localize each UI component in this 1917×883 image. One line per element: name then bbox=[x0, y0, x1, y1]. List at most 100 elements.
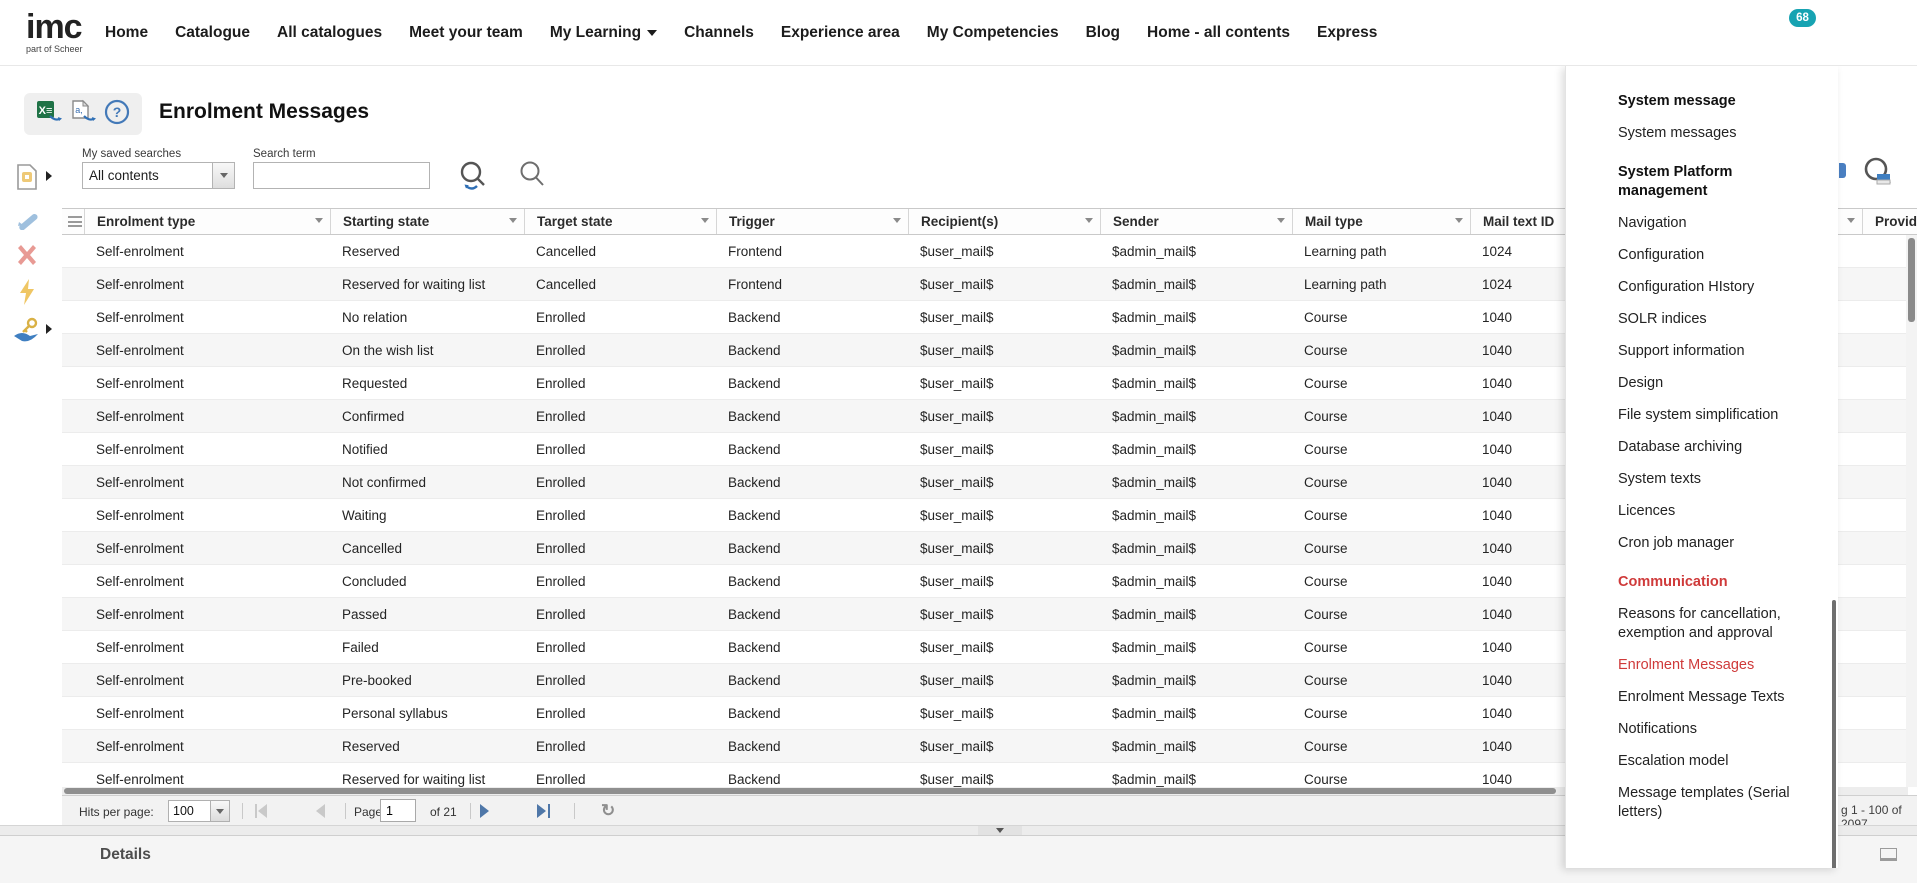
column-header-sender[interactable]: Sender bbox=[1100, 209, 1292, 234]
column-filter-icon[interactable] bbox=[509, 218, 517, 223]
clipped-icon bbox=[1839, 163, 1846, 178]
column-label: Provider bbox=[1875, 214, 1917, 229]
cell-target-state: Cancelled bbox=[524, 268, 716, 301]
cell-sender: $admin_mail$ bbox=[1100, 565, 1292, 598]
search-run-icon[interactable] bbox=[458, 160, 488, 197]
next-page-button[interactable] bbox=[480, 804, 489, 818]
menu-item-enrolment-message-texts[interactable]: Enrolment Message Texts bbox=[1618, 688, 1800, 707]
nav-item-my-learning[interactable]: My Learning bbox=[550, 24, 657, 42]
column-filter-icon[interactable] bbox=[701, 218, 709, 223]
nav-item-experience-area[interactable]: Experience area bbox=[781, 24, 900, 42]
menu-item-configuration[interactable]: Configuration bbox=[1618, 246, 1800, 265]
cell-trigger: Backend bbox=[716, 664, 908, 697]
menu-item-reasons-for-cancellation-exemption-and-approval[interactable]: Reasons for cancellation, exemption and … bbox=[1618, 605, 1800, 643]
cell-sender: $admin_mail$ bbox=[1100, 664, 1292, 697]
menu-item-navigation[interactable]: Navigation bbox=[1618, 214, 1800, 233]
nav-item-home-all-contents[interactable]: Home - all contents bbox=[1147, 24, 1290, 42]
last-page-button[interactable] bbox=[537, 804, 546, 818]
column-filter-icon[interactable] bbox=[1085, 218, 1093, 223]
nav-item-express[interactable]: Express bbox=[1317, 24, 1377, 42]
vertical-scrollbar[interactable] bbox=[1906, 235, 1917, 787]
advanced-search-icon[interactable] bbox=[1862, 156, 1896, 197]
column-header-mail-type[interactable]: Mail type bbox=[1292, 209, 1470, 234]
menu-item-solr-indices[interactable]: SOLR indices bbox=[1618, 310, 1800, 329]
cell-sender: $admin_mail$ bbox=[1100, 301, 1292, 334]
cell-starting-state: Reserved for waiting list bbox=[330, 763, 524, 787]
column-filter-icon[interactable] bbox=[1455, 218, 1463, 223]
column-header-starting-state[interactable]: Starting state bbox=[330, 209, 524, 234]
cell-target-state: Enrolled bbox=[524, 565, 716, 598]
cell-enrolment-type: Self-enrolment bbox=[84, 433, 330, 466]
select-arrow-button[interactable] bbox=[212, 163, 234, 188]
prev-page-button[interactable] bbox=[316, 804, 325, 818]
svg-text:?: ? bbox=[113, 104, 122, 120]
nav-item-meet-your-team[interactable]: Meet your team bbox=[409, 24, 523, 42]
cell-mail-type: Course bbox=[1292, 466, 1470, 499]
help-icon[interactable]: ? bbox=[104, 99, 130, 130]
column-filter-icon[interactable] bbox=[315, 218, 323, 223]
menu-item-notifications[interactable]: Notifications bbox=[1618, 720, 1800, 739]
menu-item-design[interactable]: Design bbox=[1618, 374, 1800, 393]
cell-starting-state: Reserved bbox=[330, 730, 524, 763]
hits-per-page-label: Hits per page: bbox=[79, 805, 154, 819]
column-header-trigger[interactable]: Trigger bbox=[716, 209, 908, 234]
vertical-scrollbar-thumb[interactable] bbox=[1908, 238, 1915, 322]
cell-sender: $admin_mail$ bbox=[1100, 400, 1292, 433]
edit-icon[interactable] bbox=[12, 202, 42, 232]
chevron-down-icon bbox=[216, 809, 224, 814]
cell-sender: $admin_mail$ bbox=[1100, 268, 1292, 301]
restore-window-icon[interactable] bbox=[1880, 848, 1897, 861]
cell-trigger: Backend bbox=[716, 697, 908, 730]
menu-item-escalation-model[interactable]: Escalation model bbox=[1618, 752, 1800, 771]
search-term-input[interactable] bbox=[253, 162, 430, 189]
nav-item-my-competencies[interactable]: My Competencies bbox=[927, 24, 1059, 42]
cell-starting-state: No relation bbox=[330, 301, 524, 334]
column-filter-icon[interactable] bbox=[1847, 218, 1855, 223]
collapse-details-handle[interactable] bbox=[978, 826, 1022, 835]
rail-flyout-icon[interactable] bbox=[46, 171, 52, 181]
menu-item-configuration-history[interactable]: Configuration HIstory bbox=[1618, 278, 1800, 297]
refresh-icon[interactable]: ↻ bbox=[601, 801, 615, 821]
menu-item-file-system-simplification[interactable]: File system simplification bbox=[1618, 406, 1800, 425]
cell-mail-type: Course bbox=[1292, 334, 1470, 367]
cell-target-state: Enrolled bbox=[524, 334, 716, 367]
horizontal-scrollbar-thumb[interactable] bbox=[64, 788, 1556, 794]
cell-enrolment-type: Self-enrolment bbox=[84, 565, 330, 598]
menu-item-support-information[interactable]: Support information bbox=[1618, 342, 1800, 361]
page-number-input[interactable] bbox=[380, 799, 416, 822]
menu-item-message-templates-serial-letters[interactable]: Message templates (Serial letters) bbox=[1618, 784, 1800, 822]
column-header-provider[interactable]: Provider bbox=[1862, 209, 1917, 234]
nav-item-blog[interactable]: Blog bbox=[1086, 24, 1120, 42]
column-filter-icon[interactable] bbox=[1277, 218, 1285, 223]
column-header-enrolment-type[interactable]: Enrolment type bbox=[84, 209, 330, 234]
menu-item-licences[interactable]: Licences bbox=[1618, 502, 1800, 521]
cell-trigger: Backend bbox=[716, 730, 908, 763]
cell-sender: $admin_mail$ bbox=[1100, 334, 1292, 367]
nav-item-channels[interactable]: Channels bbox=[684, 24, 754, 42]
saved-searches-select[interactable]: All contents bbox=[82, 162, 235, 189]
panel-scrollbar-thumb[interactable] bbox=[1832, 600, 1836, 868]
column-header-target-state[interactable]: Target state bbox=[524, 209, 716, 234]
column-filter-icon[interactable] bbox=[893, 218, 901, 223]
nav-item-catalogue[interactable]: Catalogue bbox=[175, 24, 250, 42]
export-excel-icon[interactable]: X≡ bbox=[36, 99, 62, 130]
new-item-icon[interactable] bbox=[12, 162, 42, 192]
cell-starting-state: Notified bbox=[330, 433, 524, 466]
cell-trigger: Backend bbox=[716, 532, 908, 565]
nav-item-all-catalogues[interactable]: All catalogues bbox=[277, 24, 382, 42]
menu-item-database-archiving[interactable]: Database archiving bbox=[1618, 438, 1800, 457]
menu-item-enrolment-messages[interactable]: Enrolment Messages bbox=[1618, 656, 1800, 675]
menu-item-system-texts[interactable]: System texts bbox=[1618, 470, 1800, 489]
nav-item-home[interactable]: Home bbox=[105, 24, 148, 42]
row-handle-header[interactable] bbox=[62, 209, 84, 234]
column-header-recipient-s[interactable]: Recipient(s) bbox=[908, 209, 1100, 234]
search-plain-icon[interactable] bbox=[518, 160, 546, 195]
imc-logo[interactable]: imc part of Scheer bbox=[26, 10, 83, 54]
hits-per-page-select[interactable]: 100 bbox=[168, 800, 230, 822]
cell-trigger: Backend bbox=[716, 301, 908, 334]
export-text-icon[interactable]: a, bbox=[70, 99, 96, 130]
menu-item-system-messages[interactable]: System messages bbox=[1618, 124, 1800, 143]
menu-item-cron-job-manager[interactable]: Cron job manager bbox=[1618, 534, 1800, 553]
first-page-button[interactable] bbox=[258, 804, 267, 818]
cell-target-state: Enrolled bbox=[524, 697, 716, 730]
